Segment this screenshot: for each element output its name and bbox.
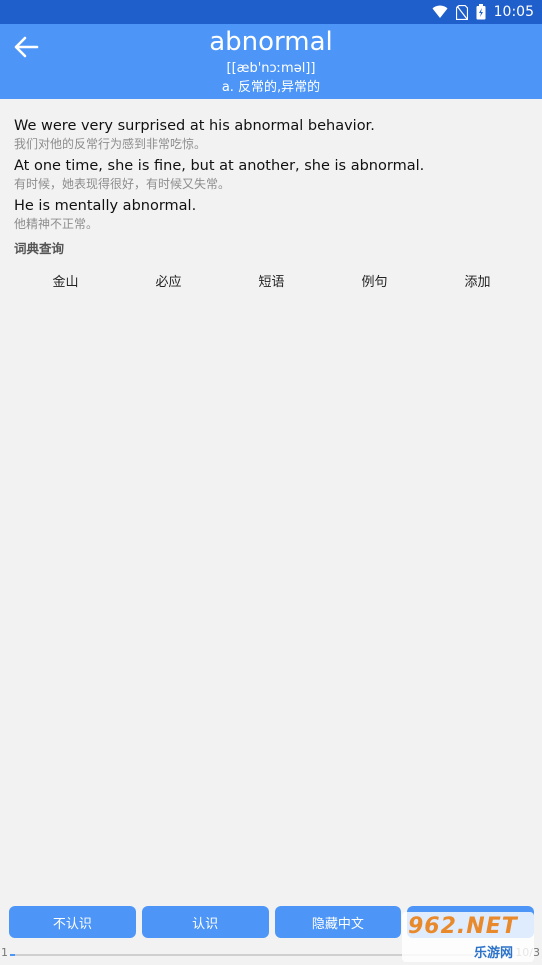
clock: 10:05 <box>493 4 534 20</box>
example-chinese: 我们对他的反常行为感到非常吃惊。 <box>14 137 207 151</box>
dict-link-phrases[interactable]: 短语 <box>220 271 323 290</box>
example-english: We were very surprised at his abnormal b… <box>14 118 375 134</box>
status-bar: 10:05 <box>0 0 542 24</box>
dictionary-lookup-label: 词典查询 <box>14 241 65 256</box>
example-english: At one time, she is fine, but at another… <box>14 158 425 174</box>
battery-icon <box>476 4 486 20</box>
phonetic: [[æb'nɔːməl]] <box>226 61 316 76</box>
word-definition: a. 反常的,异常的 <box>221 80 321 95</box>
watermark-logo: 962.NET <box>408 914 518 939</box>
dict-link-add[interactable]: 添加 <box>426 271 529 290</box>
dict-link-bing[interactable]: 必应 <box>117 271 220 290</box>
hide-chinese-button[interactable]: 隐藏中文 <box>274 906 402 938</box>
progress-fill <box>10 954 16 956</box>
dont-know-button[interactable]: 不认识 <box>9 906 136 938</box>
example-sentence: He is mentally abnormal. 他精神不正常。 <box>14 196 529 232</box>
watermark-sub: 乐游网 <box>474 946 514 961</box>
word-title: abnormal <box>209 27 333 57</box>
example-chinese: 有时候，她表现得很好，有时候又失常。 <box>14 177 231 191</box>
dictionary-links: 金山 必应 短语 例句 添加 <box>14 271 529 290</box>
example-chinese: 他精神不正常。 <box>14 217 99 231</box>
dict-link-jinshan[interactable]: 金山 <box>14 271 117 290</box>
example-list: We were very surprised at his abnormal b… <box>14 116 529 236</box>
wifi-icon <box>432 5 448 19</box>
site-watermark: 962.NET 乐游网 <box>402 912 534 962</box>
know-button[interactable]: 认识 <box>141 906 269 938</box>
app-bar: abnormal [[æb'nɔːməl]] a. 反常的,异常的 <box>0 24 542 99</box>
example-sentence: We were very surprised at his abnormal b… <box>14 116 529 152</box>
example-english: He is mentally abnormal. <box>14 198 197 214</box>
no-sim-icon <box>455 4 468 20</box>
dict-link-examples[interactable]: 例句 <box>323 271 426 290</box>
progress-start-label: 1 <box>1 946 8 959</box>
example-sentence: At one time, she is fine, but at another… <box>14 156 529 192</box>
